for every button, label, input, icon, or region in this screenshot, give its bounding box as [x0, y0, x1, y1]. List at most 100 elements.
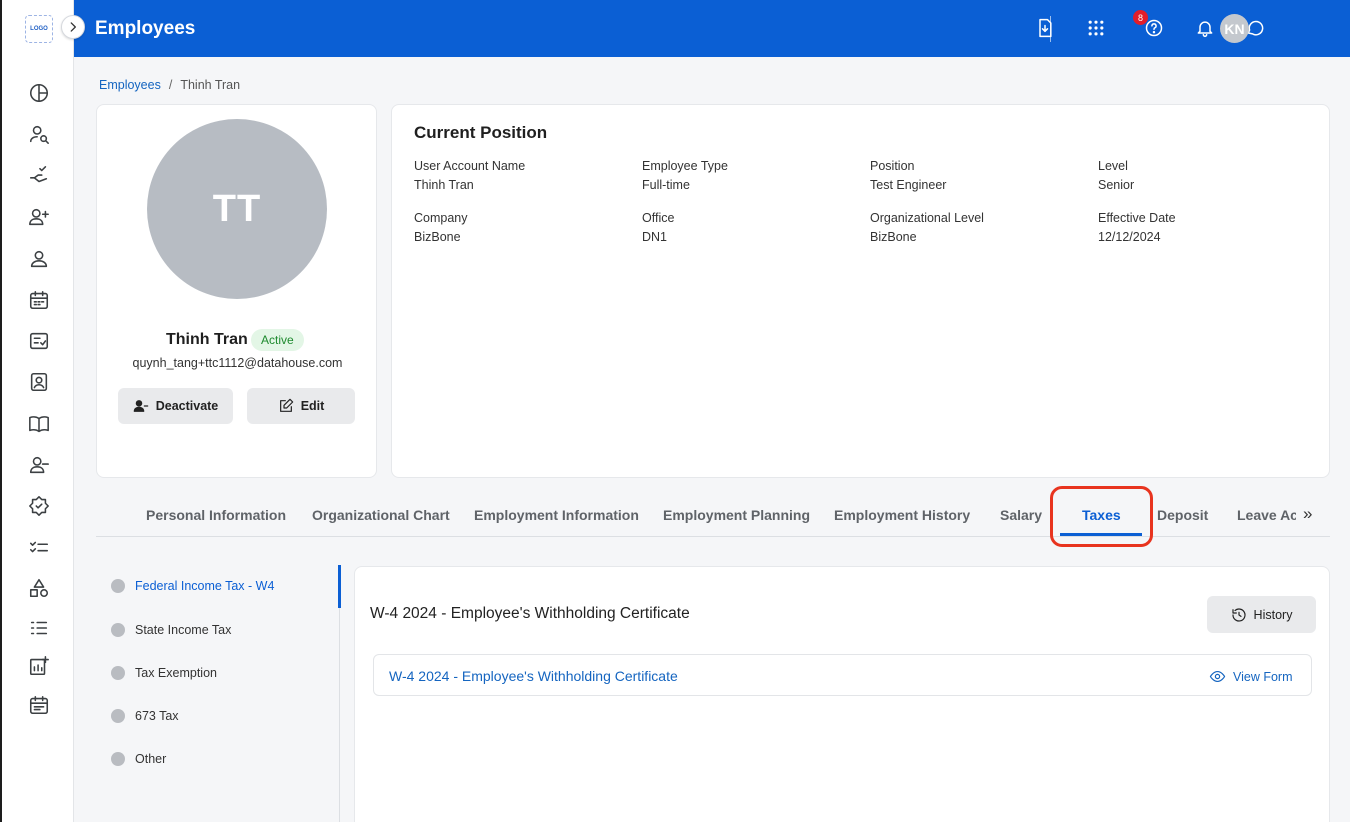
form-name-link[interactable]: W-4 2024 - Employee's Withholding Certif…: [389, 668, 678, 684]
calendar-icon[interactable]: [26, 287, 52, 313]
report-add-icon[interactable]: [26, 653, 52, 679]
tax-item-other[interactable]: Other: [111, 752, 166, 766]
id-card-icon[interactable]: [26, 369, 52, 395]
history-label: History: [1253, 607, 1293, 622]
tab-organizational-chart[interactable]: Organizational Chart: [312, 507, 450, 523]
download-icon[interactable]: [1033, 16, 1057, 40]
app-logo[interactable]: LOGO: [25, 15, 53, 43]
tax-item-label: Federal Income Tax - W4: [135, 579, 275, 593]
tab-employment-history[interactable]: Employment History: [834, 507, 970, 523]
tabs-more-icon[interactable]: »: [1303, 504, 1312, 524]
deactivate-label: Deactivate: [155, 399, 219, 413]
tax-item-label: State Income Tax: [135, 623, 232, 637]
field-value: DN1: [642, 230, 668, 244]
field-value: Full-time: [642, 178, 690, 192]
add-user-icon[interactable]: [26, 204, 52, 230]
dashboard-icon[interactable]: [26, 80, 52, 106]
field-office: Office DN1: [642, 211, 862, 245]
status-dot: [111, 752, 125, 766]
content-title: W-4 2024 - Employee's Withholding Certif…: [370, 605, 690, 622]
tab-deposit[interactable]: Deposit: [1157, 507, 1208, 523]
tab-leave[interactable]: Leave Ac: [1237, 507, 1296, 523]
field-value: Thinh Tran: [414, 178, 474, 192]
user-icon[interactable]: [26, 246, 52, 272]
edit-button[interactable]: Edit: [247, 388, 355, 424]
breadcrumb-current: Thinh Tran: [180, 78, 241, 92]
history-icon: [1231, 607, 1246, 622]
tax-sub-nav: Federal Income Tax - W4 State Income Tax…: [96, 565, 341, 822]
taxes-tab-highlight: [1050, 486, 1153, 547]
tax-item-state-income-tax[interactable]: State Income Tax: [111, 623, 231, 637]
history-button[interactable]: History: [1207, 596, 1316, 633]
tab-employment-planning[interactable]: Employment Planning: [663, 507, 810, 523]
field-value: BizBone: [414, 230, 461, 244]
field-value: Senior: [1098, 178, 1135, 192]
field-position: Position Test Engineer: [870, 159, 1090, 193]
tab-personal-information[interactable]: Personal Information: [146, 507, 286, 523]
user-search-icon[interactable]: [26, 121, 52, 147]
tax-item-label: Tax Exemption: [135, 666, 217, 680]
user-minus-icon: [133, 400, 148, 412]
field-label: Effective Date: [1098, 211, 1176, 225]
list-check-icon[interactable]: [26, 615, 52, 641]
status-badge: Active: [251, 329, 304, 351]
tab-salary[interactable]: Salary: [1000, 507, 1042, 523]
breadcrumb-separator: /: [168, 78, 173, 92]
user-avatar[interactable]: KN: [1220, 14, 1249, 43]
field-label: Office: [642, 211, 675, 225]
header-divider: [1050, 16, 1051, 42]
field-value: 12/12/2024: [1098, 230, 1161, 244]
employee-email: quynh_tang+ttc1112@datahouse.com: [132, 356, 343, 370]
view-form-label: View Form: [1233, 669, 1293, 684]
field-level: Level Senior: [1098, 159, 1318, 193]
deactivate-button[interactable]: Deactivate: [118, 388, 233, 424]
field-employee-type: Employee Type Full-time: [642, 159, 862, 193]
current-position-card: Current Position User Account Name Thinh…: [391, 104, 1330, 478]
employee-name: Thinh Tran: [166, 331, 248, 348]
checklist-icon[interactable]: [26, 328, 52, 354]
field-label: Organizational Level: [870, 211, 984, 225]
schedule-icon[interactable]: [26, 692, 52, 718]
page-title: Employees: [95, 18, 196, 39]
field-label: Employee Type: [642, 159, 728, 173]
edit-icon: [279, 398, 293, 412]
tax-item-federal-income-tax[interactable]: Federal Income Tax - W4: [111, 579, 274, 593]
sidebar-expand-button[interactable]: [61, 15, 85, 39]
left-sidebar: LOGO: [0, 0, 74, 822]
tax-item-673-tax[interactable]: 673 Tax: [111, 709, 179, 723]
tax-item-label: 673 Tax: [135, 709, 179, 723]
profile-card: TT Thinh Tran Active quynh_tang+ttc1112@…: [96, 104, 377, 478]
chevron-right-icon: [70, 22, 76, 32]
tab-employment-information[interactable]: Employment Information: [474, 507, 639, 523]
notification-bell-icon[interactable]: [1193, 16, 1217, 40]
book-icon[interactable]: [26, 411, 52, 437]
remove-user-icon[interactable]: [26, 452, 52, 478]
task-list-icon[interactable]: [26, 534, 52, 560]
status-dot: [111, 579, 125, 593]
field-value: BizBone: [870, 230, 917, 244]
eye-icon: [1209, 670, 1226, 683]
tax-content-card: W-4 2024 - Employee's Withholding Certif…: [354, 566, 1330, 822]
notification-badge: 8: [1133, 10, 1148, 25]
field-label: Level: [1098, 159, 1128, 173]
employee-avatar: TT: [147, 119, 327, 299]
breadcrumb: Employees / Thinh Tran: [99, 78, 240, 92]
tax-item-label: Other: [135, 752, 167, 766]
tax-item-tax-exemption[interactable]: Tax Exemption: [111, 666, 217, 680]
field-label: Position: [870, 159, 915, 173]
field-organizational-level: Organizational Level BizBone: [870, 211, 1090, 245]
view-form-button[interactable]: View Form: [1209, 668, 1293, 685]
section-title: Current Position: [414, 123, 548, 142]
field-company: Company BizBone: [414, 211, 634, 245]
field-label: Company: [414, 211, 468, 225]
badge-icon[interactable]: [26, 493, 52, 519]
active-item-indicator: [338, 565, 341, 608]
shapes-icon[interactable]: [26, 575, 52, 601]
apps-grid-icon[interactable]: [1084, 16, 1108, 40]
approval-icon[interactable]: [26, 163, 52, 189]
status-dot: [111, 666, 125, 680]
field-label: User Account Name: [414, 159, 526, 173]
field-value: Test Engineer: [870, 178, 947, 192]
breadcrumb-employees-link[interactable]: Employees: [99, 78, 161, 92]
form-row: W-4 2024 - Employee's Withholding Certif…: [373, 654, 1312, 696]
